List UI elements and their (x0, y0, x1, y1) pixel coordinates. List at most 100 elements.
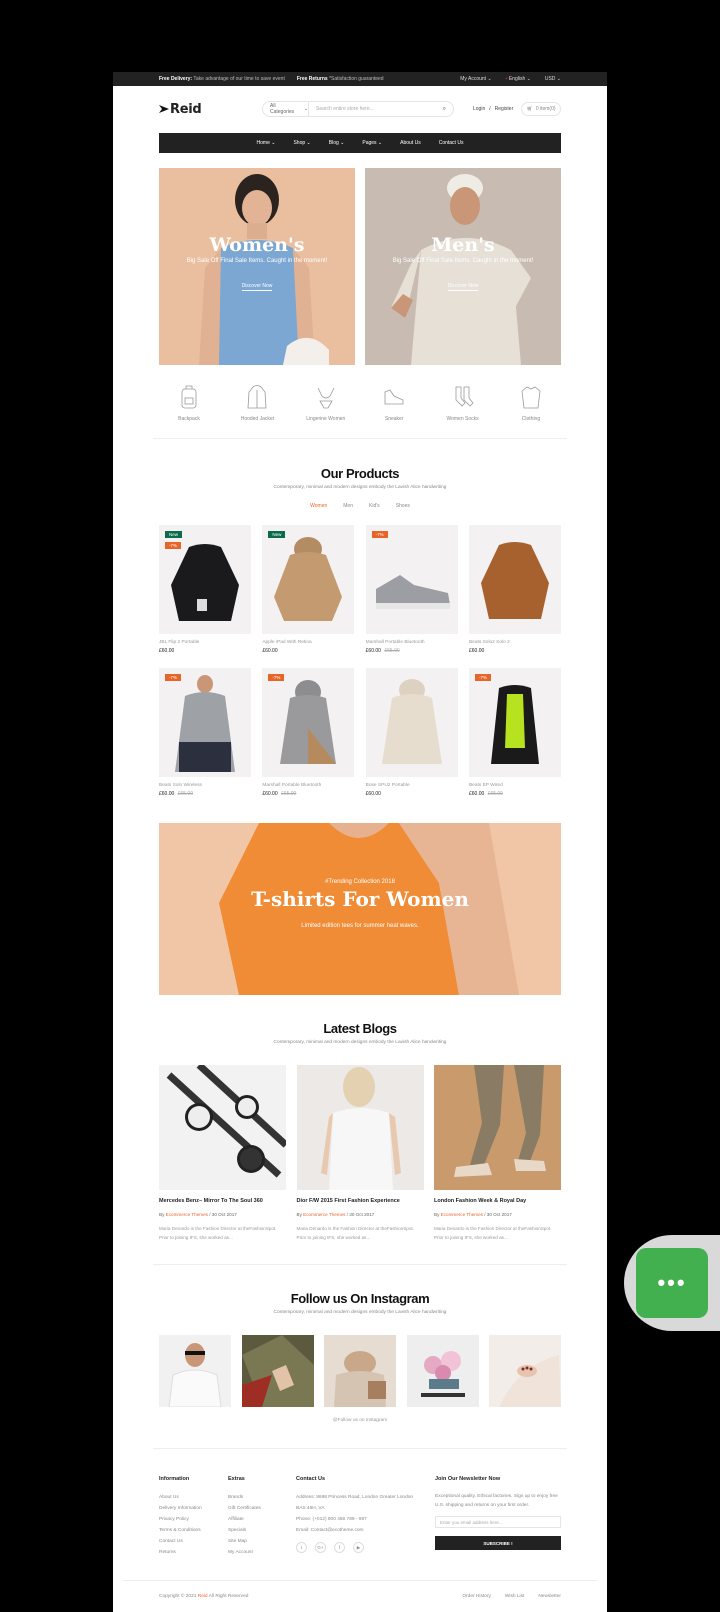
instagram-photo[interactable] (159, 1335, 231, 1407)
currency-dropdown[interactable]: USD ⌄ (545, 76, 561, 82)
category-clothing[interactable]: Clothing (501, 384, 561, 422)
instagram-photo[interactable] (324, 1335, 396, 1407)
product-image[interactable]: New -7% (159, 525, 251, 634)
wish-list-link[interactable]: Wish List (505, 1594, 524, 1599)
product-image[interactable]: -7% (365, 525, 458, 634)
product-name[interactable]: Bose SPU2 Portable (366, 783, 458, 788)
blog-card[interactable]: London Fashion Week & Royal Day By Ecomm… (434, 1065, 561, 1242)
blog-title[interactable]: Mercedes Benz– Mirror To The Soul 360 (159, 1198, 286, 1204)
footer-link-terms[interactable]: Terms & Conditions (159, 1525, 202, 1536)
search-input[interactable]: Search entire store here... (309, 106, 443, 112)
womens-banner[interactable]: Women's Big Sale Off Final Sale Items. C… (159, 168, 355, 365)
newsletter-email-input[interactable]: Enter you email address here... (435, 1516, 561, 1528)
product-name[interactable]: Beats Solo Wireless (159, 783, 251, 788)
category-sneaker[interactable]: Sneaker (364, 384, 424, 422)
register-link[interactable]: Register (495, 106, 514, 112)
product-card[interactable]: Beats Solo2 Solo 2 £60.00 (468, 525, 561, 654)
twitter-icon[interactable]: t (296, 1542, 307, 1553)
footer-link-sitemap[interactable]: Site Map (228, 1536, 261, 1547)
footer-divider (123, 1580, 597, 1581)
product-card[interactable]: -7% Marshall Portable Bluetooth £60.00 £… (365, 525, 458, 654)
product-image[interactable] (468, 525, 561, 634)
instagram-photo[interactable] (406, 1335, 479, 1407)
product-name[interactable]: Marshall Portable Bluetooth (366, 640, 458, 645)
tab-women[interactable]: Women (310, 503, 327, 509)
search-icon[interactable]: ⌕ (443, 106, 446, 113)
category-icons: Backpack Hooded Jacket Lingerine Women S… (159, 384, 561, 422)
product-card[interactable]: Bose SPU2 Portable £60.00 (365, 668, 458, 797)
promo-banner[interactable]: #Trending Collection 2018 T-shirts For W… (159, 823, 561, 995)
nav-shop[interactable]: Shop ⌄ (293, 140, 310, 146)
footer-link-account[interactable]: My Account (228, 1547, 261, 1558)
product-name[interactable]: Beats Solo2 Solo 2 (469, 640, 561, 645)
nav-blog[interactable]: Blog ⌄ (329, 140, 345, 146)
category-hooded-jacket[interactable]: Hooded Jacket (227, 384, 287, 422)
nav-contact-us[interactable]: Contact Us (439, 140, 464, 146)
product-image[interactable] (365, 668, 458, 777)
language-dropdown[interactable]: ▪ English ⌄ (506, 76, 531, 82)
product-card[interactable]: -7% Beats Solo Wireless £60.00 £65.00 (159, 668, 251, 797)
chat-button[interactable]: ••• (636, 1248, 708, 1318)
footer-link-privacy[interactable]: Privacy Policy (159, 1514, 202, 1525)
product-image[interactable]: -7% (468, 668, 561, 777)
footer-link-delivery[interactable]: Delivery Information (159, 1503, 202, 1514)
cart-button[interactable]: 🛒︎ 0 item(0) (521, 102, 561, 116)
blog-image[interactable] (434, 1065, 561, 1190)
product-name[interactable]: Beats EP Wired (469, 783, 561, 788)
product-name[interactable]: JBL Flip 2 Portable (159, 640, 251, 645)
blog-card[interactable]: Dior F/W 2015 First Fashion Experience B… (296, 1065, 424, 1242)
footer-link-affiliate[interactable]: Affiliate (228, 1514, 261, 1525)
google-plus-icon[interactable]: G+ (315, 1542, 326, 1553)
facebook-icon[interactable]: f (334, 1542, 345, 1553)
nav-about-us[interactable]: About Us (400, 140, 421, 146)
order-history-link[interactable]: Order History (462, 1594, 491, 1599)
tab-kids[interactable]: Kid's (369, 503, 380, 509)
product-name[interactable]: Marshall Portable Bluetooth (262, 783, 354, 788)
newsletter-link[interactable]: Newsletter (538, 1594, 561, 1599)
footer-link-contact[interactable]: Contact Us (159, 1536, 202, 1547)
footer-link-about[interactable]: About Us (159, 1492, 202, 1503)
product-image[interactable]: -7% (159, 668, 251, 777)
instagram-photo[interactable] (489, 1335, 561, 1407)
blog-author[interactable]: Ecommerce Themes (441, 1212, 483, 1217)
product-card[interactable]: -7% Beats EP Wired £60.00 £65.00 (468, 668, 561, 797)
my-account-dropdown[interactable]: My Account ⌄ (460, 76, 491, 82)
category-socks[interactable]: Women Socks (433, 384, 493, 422)
subscribe-button[interactable]: SUBSCRIBE ! (435, 1536, 561, 1550)
product-card[interactable]: -7% Marshall Portable Bluetooth £60.00 £… (262, 668, 355, 797)
tab-men[interactable]: Men (343, 503, 353, 509)
womens-discover-button[interactable]: Discover Now (241, 283, 273, 291)
category-select[interactable]: All Categories ⌄ (263, 102, 309, 116)
product-image[interactable]: -7% (262, 668, 355, 777)
blog-author[interactable]: Ecommerce Themes (303, 1212, 345, 1217)
blog-title[interactable]: Dior F/W 2015 First Fashion Experience (297, 1198, 424, 1204)
product-image[interactable]: New (262, 525, 355, 634)
blog-card[interactable]: Mercedes Benz– Mirror To The Soul 360 By… (159, 1065, 286, 1242)
product-card[interactable]: New -7% JBL Flip 2 Portable £60.00 (159, 525, 251, 654)
tab-shoes[interactable]: Shoes (396, 503, 410, 509)
instagram-follow-link[interactable]: @Follow us on Instagram (113, 1418, 607, 1423)
category-backpack[interactable]: Backpack (159, 384, 219, 422)
nav-home[interactable]: Home ⌄ (257, 140, 276, 146)
mens-discover-button[interactable]: Discover Now (447, 283, 479, 291)
footer-address-line-2: BAS 46H, VA (296, 1506, 325, 1511)
footer-email[interactable]: Email: Contact@ecotheme.com (296, 1525, 421, 1536)
footer-link-gift[interactable]: Gift Certificates (228, 1503, 261, 1514)
blog-image[interactable] (296, 1065, 424, 1190)
blog-title[interactable]: London Fashion Week & Royal Day (434, 1198, 561, 1204)
mens-banner[interactable]: Men's Big Sale Off Final Sale Items. Cau… (365, 168, 561, 365)
blog-author[interactable]: Ecommerce Themes (166, 1212, 208, 1217)
footer-link-brands[interactable]: Brands (228, 1492, 261, 1503)
category-lingerie[interactable]: Lingerine Women (296, 384, 356, 422)
instagram-photo[interactable] (241, 1335, 314, 1407)
copyright-brand[interactable]: Reid (198, 1594, 208, 1599)
nav-pages[interactable]: Pages ⌄ (362, 140, 382, 146)
product-card[interactable]: New Apple iPad With Retina £60.00 (262, 525, 355, 654)
youtube-icon[interactable]: ▶ (353, 1542, 364, 1553)
login-link[interactable]: Login (473, 106, 485, 112)
site-logo[interactable]: Reid (159, 102, 202, 117)
footer-link-returns[interactable]: Returns (159, 1547, 202, 1558)
product-name[interactable]: Apple iPad With Retina (262, 640, 354, 645)
footer-link-specials[interactable]: Specials (228, 1525, 261, 1536)
blog-image[interactable] (159, 1065, 286, 1190)
